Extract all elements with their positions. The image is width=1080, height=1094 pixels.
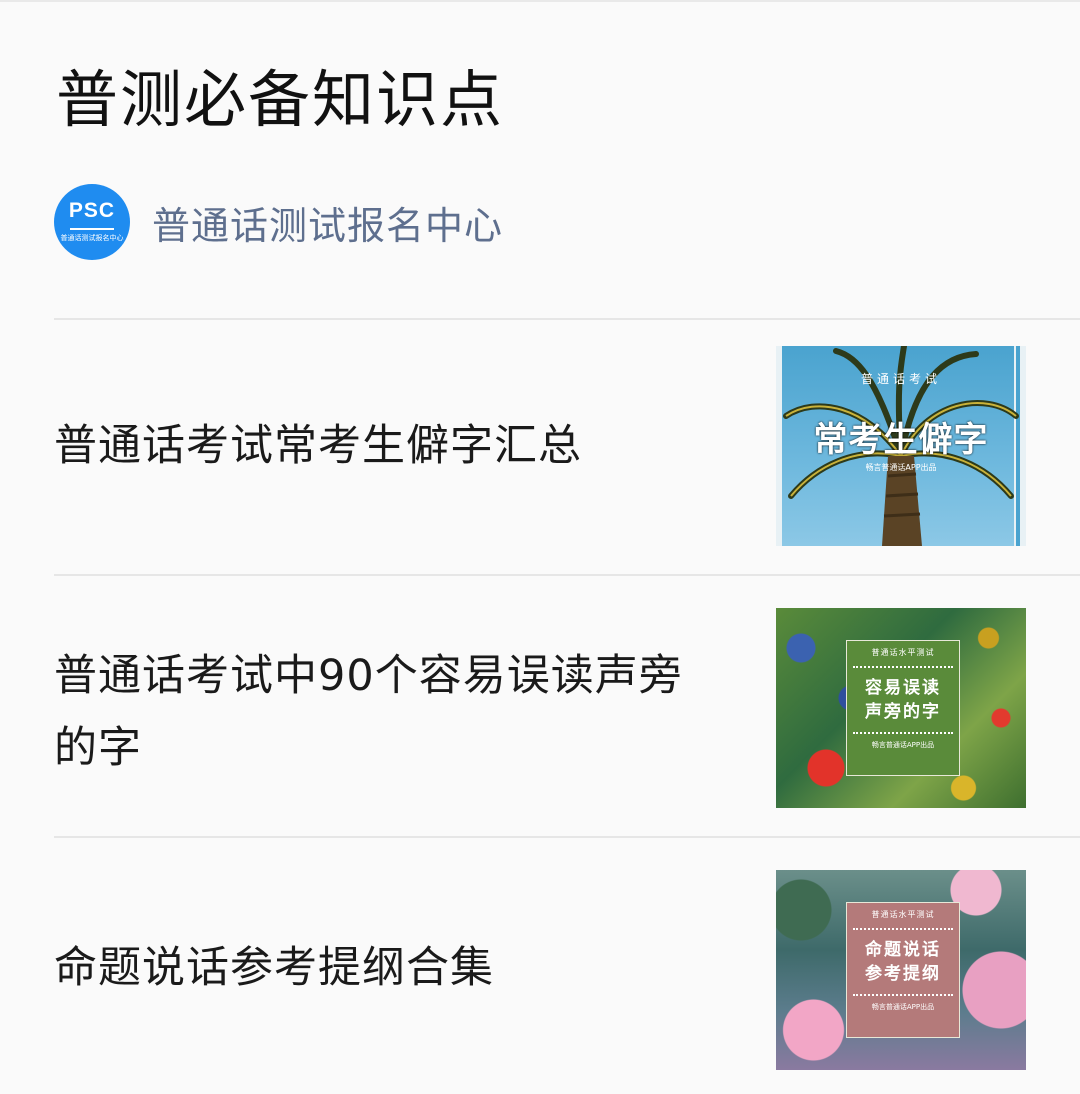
avatar[interactable]: PSC 普通话测试报名中心 — [54, 184, 130, 260]
article-thumbnail[interactable]: 普通话水平测试 命题说话 参考提纲 畅言普通话APP出品 — [776, 870, 1026, 1070]
thumbnail-card: 普通话水平测试 容易误读 声旁的字 畅言普通话APP出品 — [846, 640, 960, 776]
avatar-logo-underline — [70, 228, 114, 230]
article-title[interactable]: 普通话考试常考生僻字汇总 — [54, 410, 714, 482]
dotted-line — [853, 994, 953, 996]
article-item[interactable]: 普通话考试常考生僻字汇总 普通话考试 常考生僻字 畅言普通话APP出品 — [54, 320, 1080, 574]
thumbnail-top-text: 普通话水平测试 — [871, 910, 935, 919]
thumbnail-main-line2: 声旁的字 — [865, 702, 941, 722]
article-item[interactable]: 普通话考试中90个容易误读声旁的字 普通话水平测试 容易误读 声旁的字 畅言普通… — [54, 576, 1080, 836]
dotted-line — [853, 666, 953, 668]
account-name[interactable]: 普通话测试报名中心 — [152, 195, 503, 250]
top-border — [0, 0, 1080, 2]
avatar-logo-text: PSC — [68, 199, 116, 222]
thumbnail-main-text: 常考生僻字 — [813, 420, 989, 460]
article-title[interactable]: 普通话考试中90个容易误读声旁的字 — [54, 640, 714, 784]
thumbnail-credit: 畅言普通话APP出品 — [865, 463, 937, 472]
article-title[interactable]: 命题说话参考提纲合集 — [54, 932, 714, 1004]
thumbnail-credit: 畅言普通话APP出品 — [871, 1003, 935, 1011]
page-title: 普测必备知识点 — [56, 63, 505, 136]
article-item[interactable]: 命题说话参考提纲合集 普通话水平测试 命题说话 参考提纲 畅言普通话APP出品 — [54, 838, 1080, 1094]
article-thumbnail[interactable]: 普通话水平测试 容易误读 声旁的字 畅言普通话APP出品 — [776, 608, 1026, 808]
thumbnail-top-text: 普通话考试 — [860, 372, 941, 386]
thumbnail-main-line1: 命题说话 — [865, 940, 941, 960]
thumbnail-card: 普通话水平测试 命题说话 参考提纲 畅言普通话APP出品 — [846, 902, 960, 1038]
thumbnail-credit: 畅言普通话APP出品 — [871, 741, 935, 749]
thumbnail-main-line1: 容易误读 — [865, 678, 941, 698]
article-thumbnail[interactable]: 普通话考试 常考生僻字 畅言普通话APP出品 — [776, 346, 1026, 546]
thumbnail-top-text: 普通话水平测试 — [871, 648, 935, 657]
dotted-line — [853, 928, 953, 930]
dotted-line — [853, 732, 953, 734]
thumbnail-main-line2: 参考提纲 — [865, 964, 941, 984]
account-row[interactable]: PSC 普通话测试报名中心 普通话测试报名中心 — [54, 184, 503, 260]
avatar-logo-subtext: 普通话测试报名中心 — [60, 234, 124, 242]
